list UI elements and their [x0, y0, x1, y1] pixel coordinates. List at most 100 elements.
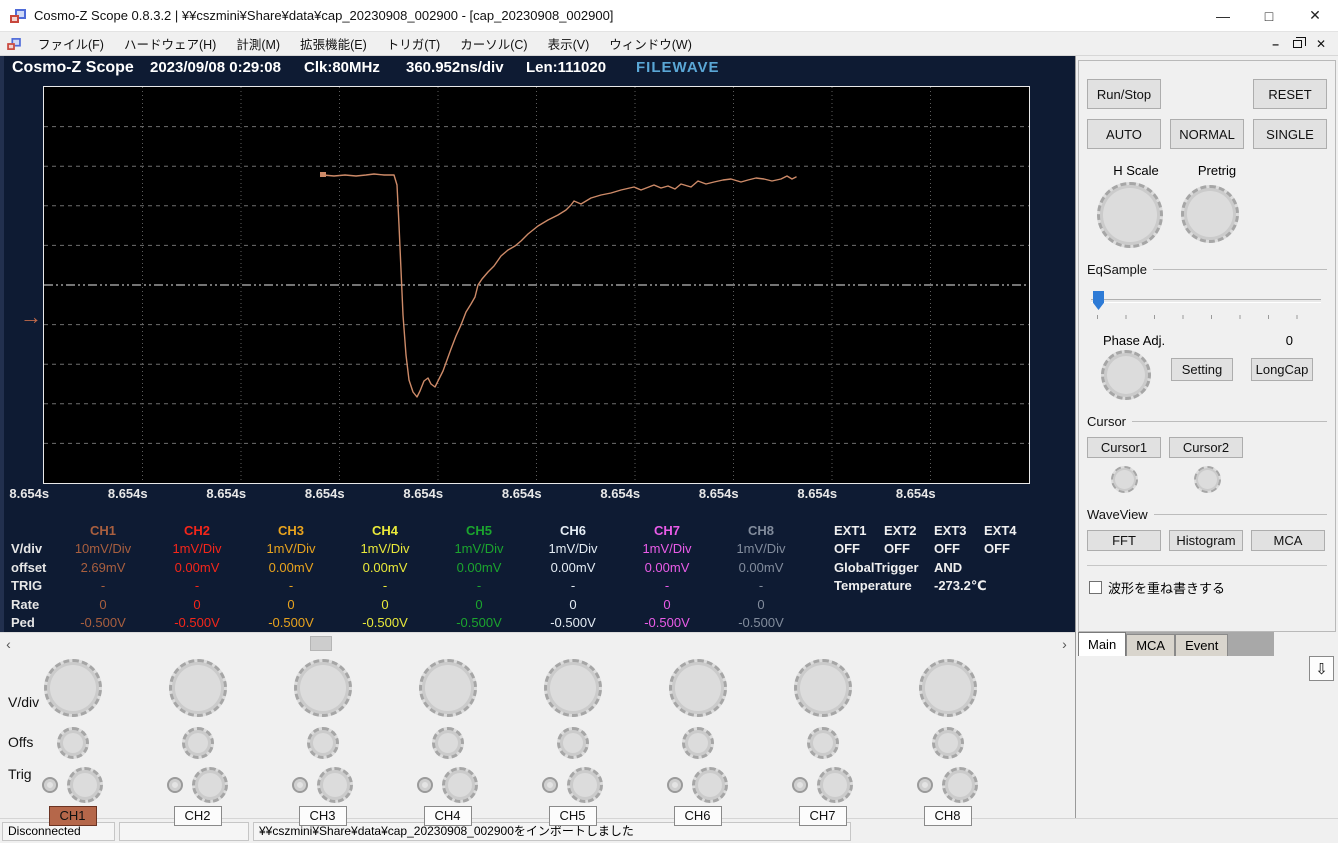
- offset-knob[interactable]: [681, 727, 714, 759]
- channel-select-button[interactable]: CH3: [298, 806, 347, 826]
- channel-ped-value: -0.500V: [456, 614, 502, 630]
- channel-select-button[interactable]: CH7: [798, 806, 847, 826]
- maximize-icon[interactable]: □: [1246, 0, 1292, 32]
- histogram-button[interactable]: Histogram: [1169, 530, 1243, 551]
- trigger-knob[interactable]: [192, 767, 228, 803]
- menu-item[interactable]: ファイル(F): [28, 31, 114, 56]
- menu-item[interactable]: ハードウェア(H): [114, 31, 226, 56]
- single-button[interactable]: SINGLE: [1253, 119, 1327, 149]
- scroll-left-icon[interactable]: ‹: [0, 635, 17, 652]
- trigger-led-indicator: [42, 777, 58, 793]
- trigger-knob[interactable]: [942, 767, 978, 803]
- vdiv-knob[interactable]: [418, 659, 477, 717]
- scroll-right-icon[interactable]: ›: [1056, 635, 1073, 652]
- knob-row-label-vdiv: V/div: [8, 694, 40, 710]
- trigger-led-indicator: [917, 777, 933, 793]
- channel-rate-value: 0: [475, 596, 483, 612]
- menu-item[interactable]: カーソル(C): [450, 31, 537, 56]
- channel-ped-value: -0.500V: [174, 614, 220, 630]
- waveview-group-label: WaveView: [1087, 507, 1148, 522]
- waveform-plot[interactable]: [43, 86, 1030, 484]
- tab-main[interactable]: Main: [1078, 632, 1127, 656]
- offset-knob[interactable]: [806, 727, 839, 759]
- trigger-knob[interactable]: [67, 767, 103, 803]
- scrollbar-thumb[interactable]: [310, 636, 332, 651]
- channel-trig-value: -: [382, 578, 388, 594]
- trigger-knob[interactable]: [817, 767, 853, 803]
- offset-knob[interactable]: [181, 727, 214, 759]
- vdiv-knob[interactable]: [793, 659, 852, 717]
- channel-select-button[interactable]: CH1: [48, 806, 97, 826]
- channel-select-button[interactable]: CH6: [673, 806, 722, 826]
- trigger-knob[interactable]: [317, 767, 353, 803]
- minimize-icon[interactable]: —: [1200, 0, 1246, 32]
- vdiv-knob[interactable]: [293, 659, 352, 717]
- scope-mode-badge: FILEWAVE: [636, 59, 720, 76]
- offset-knob[interactable]: [56, 727, 89, 759]
- trigger-level-arrow-icon[interactable]: →: [20, 306, 42, 328]
- trigger-knob[interactable]: [442, 767, 478, 803]
- offset-knob[interactable]: [931, 727, 964, 759]
- mdi-minimize-icon[interactable]: –: [1272, 38, 1279, 50]
- h-scale-label: H Scale: [1113, 163, 1159, 178]
- channel-select-button[interactable]: CH5: [548, 806, 597, 826]
- auto-button[interactable]: AUTO: [1087, 119, 1161, 149]
- app-icon: [10, 8, 26, 23]
- channel-offset-value: 0.00mV: [268, 559, 314, 575]
- cursor2-knob[interactable]: [1194, 466, 1221, 493]
- vdiv-knob[interactable]: [918, 659, 977, 717]
- trigger-led-indicator: [542, 777, 558, 793]
- vdiv-knob[interactable]: [168, 659, 227, 717]
- eqsample-slider-thumb[interactable]: [1093, 291, 1104, 310]
- menu-item[interactable]: トリガ(T): [377, 31, 450, 56]
- channel-select-button[interactable]: CH2: [173, 806, 222, 826]
- setting-button[interactable]: Setting: [1171, 358, 1233, 381]
- h-scale-knob[interactable]: [1097, 182, 1163, 248]
- menu-item[interactable]: 拡張機能(E): [290, 31, 377, 56]
- channel-select-button[interactable]: CH4: [423, 806, 472, 826]
- tab-mca[interactable]: MCA: [1126, 634, 1176, 656]
- channel-offset-value: 0.00mV: [456, 559, 502, 575]
- run-stop-button[interactable]: Run/Stop: [1087, 79, 1161, 109]
- scope-datetime: 2023/09/08 0:29:08: [150, 59, 281, 76]
- channel-column: CH7 1mV/Div 0.00mV - 0 -0.500V: [620, 522, 714, 632]
- control-panel: Run/Stop RESET AUTO NORMAL SINGLE H Scal…: [1076, 56, 1338, 818]
- offset-knob[interactable]: [306, 727, 339, 759]
- vdiv-knob[interactable]: [668, 659, 727, 717]
- row-label-offset: offset: [11, 559, 47, 575]
- channel-ped-value: -0.500V: [738, 614, 784, 630]
- tab-event[interactable]: Event: [1175, 634, 1229, 656]
- vdiv-knob[interactable]: [543, 659, 602, 717]
- channel-name: CH5: [465, 523, 492, 538]
- eqsample-slider-track[interactable]: [1091, 299, 1321, 303]
- menu-item[interactable]: 計測(M): [226, 31, 290, 56]
- channel-select-button[interactable]: CH8: [923, 806, 972, 826]
- mca-button[interactable]: MCA: [1251, 530, 1325, 551]
- menu-item[interactable]: 表示(V): [538, 31, 600, 56]
- close-icon[interactable]: ✕: [1292, 0, 1338, 32]
- menu-item[interactable]: ウィンドウ(W): [599, 31, 702, 56]
- cursor1-knob[interactable]: [1111, 466, 1138, 493]
- window-title: Cosmo-Z Scope 0.8.3.2 | ¥¥cszmini¥Share¥…: [34, 8, 614, 23]
- pretrig-knob[interactable]: [1181, 185, 1239, 243]
- panel-down-arrow-button[interactable]: ⇩: [1309, 656, 1334, 681]
- global-trigger-label: GlobalTrigger: [834, 559, 919, 575]
- reset-button[interactable]: RESET: [1253, 79, 1327, 109]
- cursor2-button[interactable]: Cursor2: [1169, 437, 1243, 458]
- normal-button[interactable]: NORMAL: [1170, 119, 1244, 149]
- mdi-restore-icon[interactable]: [1292, 36, 1306, 48]
- trigger-knob[interactable]: [692, 767, 728, 803]
- offset-knob[interactable]: [431, 727, 464, 759]
- channel-column: CH6 1mV/Div 0.00mV - 0 -0.500V: [526, 522, 620, 632]
- cursor-group-label: Cursor: [1087, 414, 1127, 429]
- fft-button[interactable]: FFT: [1087, 530, 1161, 551]
- vdiv-knob[interactable]: [43, 659, 102, 717]
- phase-adj-knob[interactable]: [1101, 350, 1151, 400]
- cursor1-button[interactable]: Cursor1: [1087, 437, 1161, 458]
- overlay-waveform-checkbox[interactable]: [1089, 581, 1102, 594]
- offset-knob[interactable]: [556, 727, 589, 759]
- channel-knob-column: CH8: [885, 654, 1010, 826]
- longcap-button[interactable]: LongCap: [1251, 358, 1313, 381]
- trigger-knob[interactable]: [567, 767, 603, 803]
- mdi-close-icon[interactable]: ✕: [1316, 38, 1326, 50]
